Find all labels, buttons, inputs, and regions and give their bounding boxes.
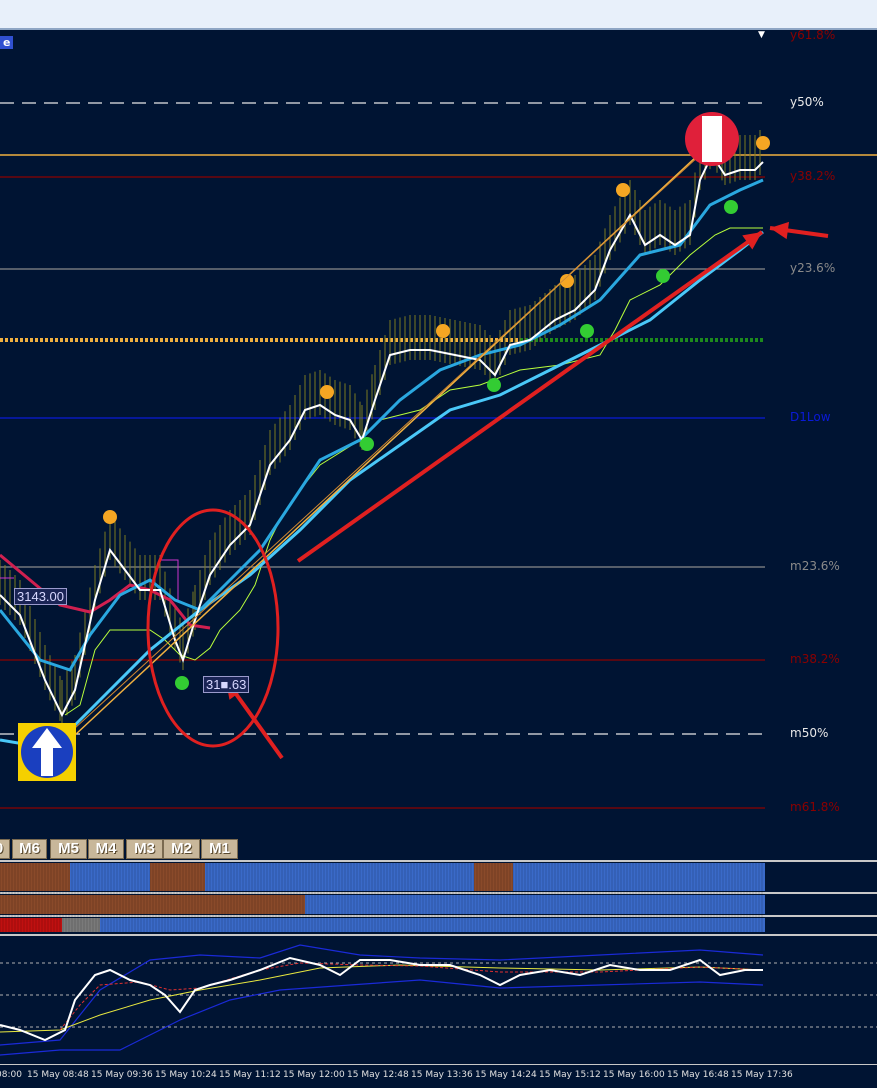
- panel-separator: [0, 934, 877, 936]
- timeframe-tab-m5[interactable]: M5: [50, 839, 87, 859]
- timeframe-tab-m6[interactable]: M6: [12, 839, 47, 859]
- level-label-m50: m50%: [790, 726, 829, 740]
- timeframe-tab-m4[interactable]: M4: [88, 839, 124, 859]
- time-axis-label: 15 May 11:12: [219, 1070, 281, 1080]
- level-label-y618: y61.8%: [790, 28, 836, 42]
- pointer-arrow-right-head: [770, 221, 790, 240]
- timeframe-tab-m2[interactable]: M2: [163, 839, 200, 859]
- swing-low-dot: [580, 324, 594, 338]
- highlight-ellipse: [146, 508, 280, 748]
- swing-low-dot: [487, 378, 501, 392]
- swing-high-dot: [320, 385, 334, 399]
- level-label-m618: m61.8%: [790, 800, 840, 814]
- level-label-y236: y23.6%: [790, 261, 836, 275]
- time-axis-label: 15 May 13:36: [411, 1070, 473, 1080]
- time-axis-label: 15 May 08:48: [27, 1070, 89, 1080]
- time-axis-label: 15 May 14:24: [475, 1070, 537, 1080]
- time-axis-label: 15 May 12:48: [347, 1070, 409, 1080]
- level-label-y382: y38.2%: [790, 169, 836, 183]
- oscillator-main-line: [0, 956, 763, 1042]
- trailing-stop-line: [64, 227, 763, 716]
- level-label-m236: m23.6%: [790, 559, 840, 573]
- swing-low-dot: [656, 269, 670, 283]
- swing-low-dot: [724, 200, 738, 214]
- time-axis-line: [0, 1064, 877, 1065]
- time-axis-label: 15 May 10:24: [155, 1070, 217, 1080]
- timeframe-tab-m3[interactable]: M3: [126, 839, 163, 859]
- swing-low-dot: [175, 676, 189, 690]
- swing-high-dot: [103, 510, 117, 524]
- trend-arrow-large: [296, 230, 764, 563]
- timeframe-tab-0[interactable]: 0: [0, 839, 10, 859]
- level-label-y50: y50%: [790, 95, 824, 109]
- swing-high-dot: [436, 324, 450, 338]
- time-axis-label: 15 May 12:00: [283, 1070, 345, 1080]
- window-title-bar: [0, 0, 877, 30]
- time-axis-label: 15 May 17:36: [731, 1070, 793, 1080]
- price-line: [0, 152, 764, 718]
- trend-channel-line-2: [74, 154, 701, 729]
- price-box-left: 3143.00: [14, 588, 67, 605]
- level-label-d1low: D1Low: [790, 410, 831, 424]
- time-axis-label: 15 May 16:48: [667, 1070, 729, 1080]
- time-axis-label: 08:00: [0, 1070, 22, 1080]
- swing-low-dot: [360, 437, 374, 451]
- swing-high-dot: [756, 136, 770, 150]
- panel-separator: [0, 860, 877, 862]
- time-axis-label: 15 May 16:00: [603, 1070, 665, 1080]
- time-axis-label: 15 May 09:36: [91, 1070, 153, 1080]
- price-chart[interactable]: [0, 30, 877, 1070]
- price-box-mid: 31■.63: [203, 676, 250, 693]
- swing-high-dot: [616, 183, 630, 197]
- oscillator-lower-band: [0, 979, 764, 1056]
- timeframe-tab-m1[interactable]: M1: [201, 839, 238, 859]
- level-label-m382: m38.2%: [790, 652, 840, 666]
- sell-signal-bar: [702, 116, 722, 162]
- slow-moving-average: [0, 230, 764, 747]
- time-axis-label: 15 May 15:12: [539, 1070, 601, 1080]
- oscillator-signal-line: [0, 964, 764, 1033]
